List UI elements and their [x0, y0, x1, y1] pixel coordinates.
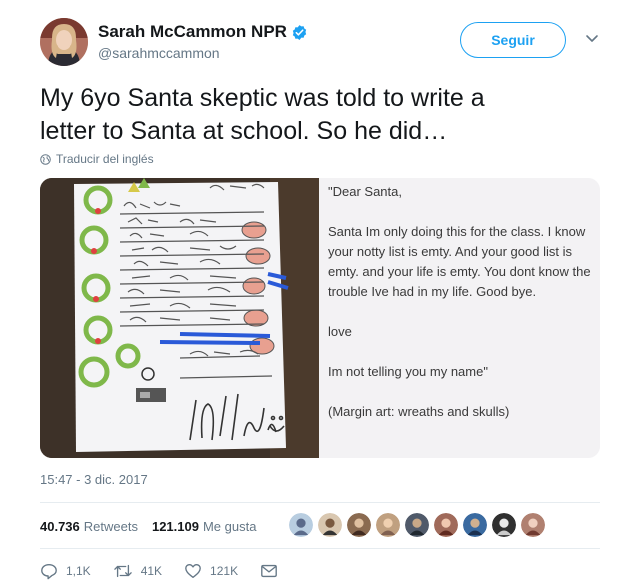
chevron-down-icon[interactable] — [584, 30, 600, 46]
translate-label: Traducir del inglés — [56, 152, 154, 166]
likers-avatars[interactable] — [288, 512, 549, 538]
tweet-timestamp[interactable]: 15:47 - 3 dic. 2017 — [40, 472, 148, 487]
liker-avatar[interactable] — [491, 512, 517, 538]
direct-message-button[interactable] — [260, 563, 286, 579]
translate-link[interactable]: Traducir del inglés — [40, 152, 154, 166]
tweet-text-line: letter to Santa at school. So he did… — [40, 117, 448, 145]
user-avatar-icon — [40, 18, 88, 66]
reply-button[interactable]: 1,1K — [40, 562, 91, 580]
liker-avatar[interactable] — [462, 512, 488, 538]
liker-avatar[interactable] — [520, 512, 546, 538]
tweet-stats: 40.736 Retweets 121.109 Me gusta — [40, 512, 600, 540]
liker-avatar[interactable] — [404, 512, 430, 538]
verified-badge-icon — [292, 24, 307, 40]
author-handle[interactable]: @sarahmccammon — [98, 45, 220, 61]
tweet-card: Sarah McCammon NPR @sarahmccammon Seguir… — [0, 0, 638, 588]
retweets-label: Retweets — [83, 518, 138, 534]
display-name[interactable]: Sarah McCammon NPR — [98, 22, 287, 42]
tweet-media[interactable]: "Dear Santa, Santa Im only doing this fo… — [40, 178, 600, 458]
like-count: 121K — [210, 564, 239, 578]
avatar[interactable] — [40, 18, 88, 66]
like-button[interactable]: 121K — [184, 562, 238, 580]
tweet-text-line: My 6yo Santa skeptic was told to write a — [40, 84, 485, 112]
reply-count: 1,1K — [66, 564, 91, 578]
tweet-header: Sarah McCammon NPR @sarahmccammon Seguir — [40, 18, 610, 68]
retweet-button[interactable]: 41K — [113, 562, 162, 580]
globe-icon — [40, 153, 51, 165]
liker-avatar[interactable] — [346, 512, 372, 538]
letter-photo — [40, 178, 319, 458]
transcript-line: Santa Im only doing this for the class. … — [328, 224, 591, 299]
tweet-text: My 6yo Santa skeptic was told to write a… — [40, 82, 600, 148]
retweet-icon — [113, 564, 132, 578]
media-transcript: "Dear Santa, Santa Im only doing this fo… — [319, 178, 600, 458]
author-name-row[interactable]: Sarah McCammon NPR — [98, 22, 308, 42]
retweets-stat[interactable]: 40.736 Retweets — [40, 519, 138, 534]
divider — [40, 502, 600, 503]
likes-stat[interactable]: 121.109 Me gusta — [152, 519, 256, 534]
retweets-count: 40.736 — [40, 518, 80, 534]
retweet-count: 41K — [140, 564, 163, 578]
transcript-line: "Dear Santa, — [328, 184, 402, 199]
liker-avatar[interactable] — [317, 512, 343, 538]
likes-label: Me gusta — [202, 518, 257, 534]
reply-icon — [41, 564, 57, 580]
liker-avatar[interactable] — [375, 512, 401, 538]
transcript-line: Im not telling you my name" — [328, 364, 488, 379]
follow-button[interactable]: Seguir — [460, 22, 566, 58]
likes-count: 121.109 — [151, 518, 199, 534]
liker-avatar[interactable] — [288, 512, 314, 538]
tweet-actions: 1,1K 41K 121K — [40, 562, 308, 580]
liker-avatar[interactable] — [433, 512, 459, 538]
heart-icon — [185, 564, 201, 578]
envelope-icon — [261, 564, 277, 578]
transcript-line: (Margin art: wreaths and skulls) — [328, 404, 510, 419]
transcript-line: love — [328, 324, 352, 339]
divider — [40, 548, 600, 549]
